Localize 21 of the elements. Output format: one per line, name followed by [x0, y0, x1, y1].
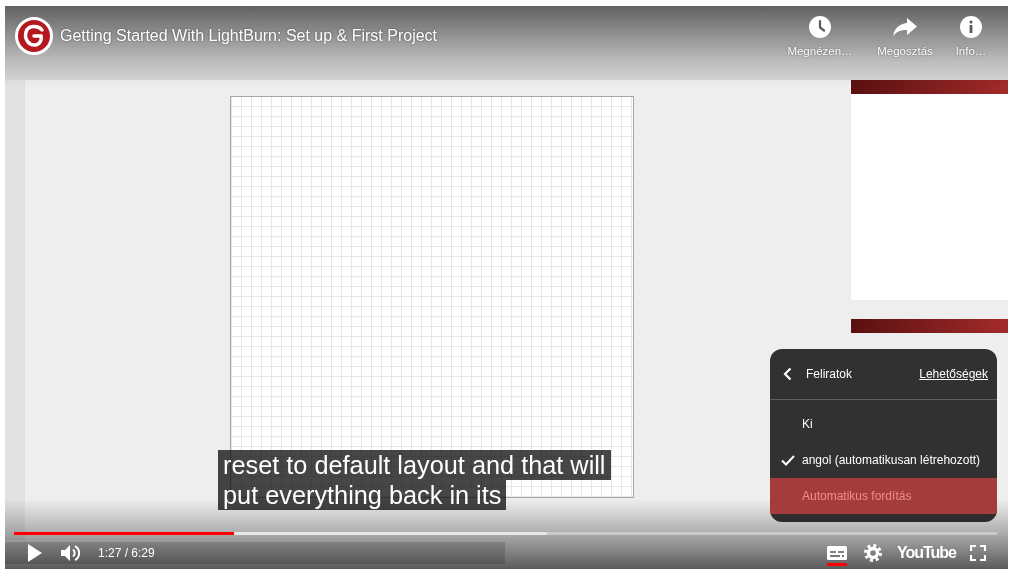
back-chevron-icon	[783, 367, 792, 381]
subtitle-option[interactable]: Ki	[770, 406, 997, 442]
fullscreen-icon	[970, 545, 986, 561]
clock-icon	[809, 16, 831, 38]
info-button[interactable]: Info…	[940, 16, 1002, 58]
volume-icon	[61, 544, 81, 562]
share-icon	[893, 16, 917, 38]
subtitle-option[interactable]: Automatikus fordítás	[770, 478, 997, 514]
settings-icon	[863, 544, 882, 562]
play-icon	[28, 544, 42, 562]
logo-link[interactable]: YouTube	[890, 544, 960, 562]
options-link[interactable]: Lehetőségek	[919, 367, 988, 381]
back-button[interactable]: Feliratok	[783, 367, 852, 381]
watch-later-button[interactable]: Megnézen…	[770, 16, 870, 58]
subtitle-option[interactable]: angol (automatikusan létrehozott)	[770, 442, 997, 478]
progress-track[interactable]	[14, 532, 997, 535]
info-icon	[960, 16, 982, 38]
time-display: 1:27 / 6:29	[98, 546, 155, 560]
video-title[interactable]: Getting Started With LightBurn: Set up & First Project	[60, 27, 438, 45]
captions-icon	[826, 546, 847, 560]
share-button[interactable]: Megosztás	[870, 16, 940, 58]
